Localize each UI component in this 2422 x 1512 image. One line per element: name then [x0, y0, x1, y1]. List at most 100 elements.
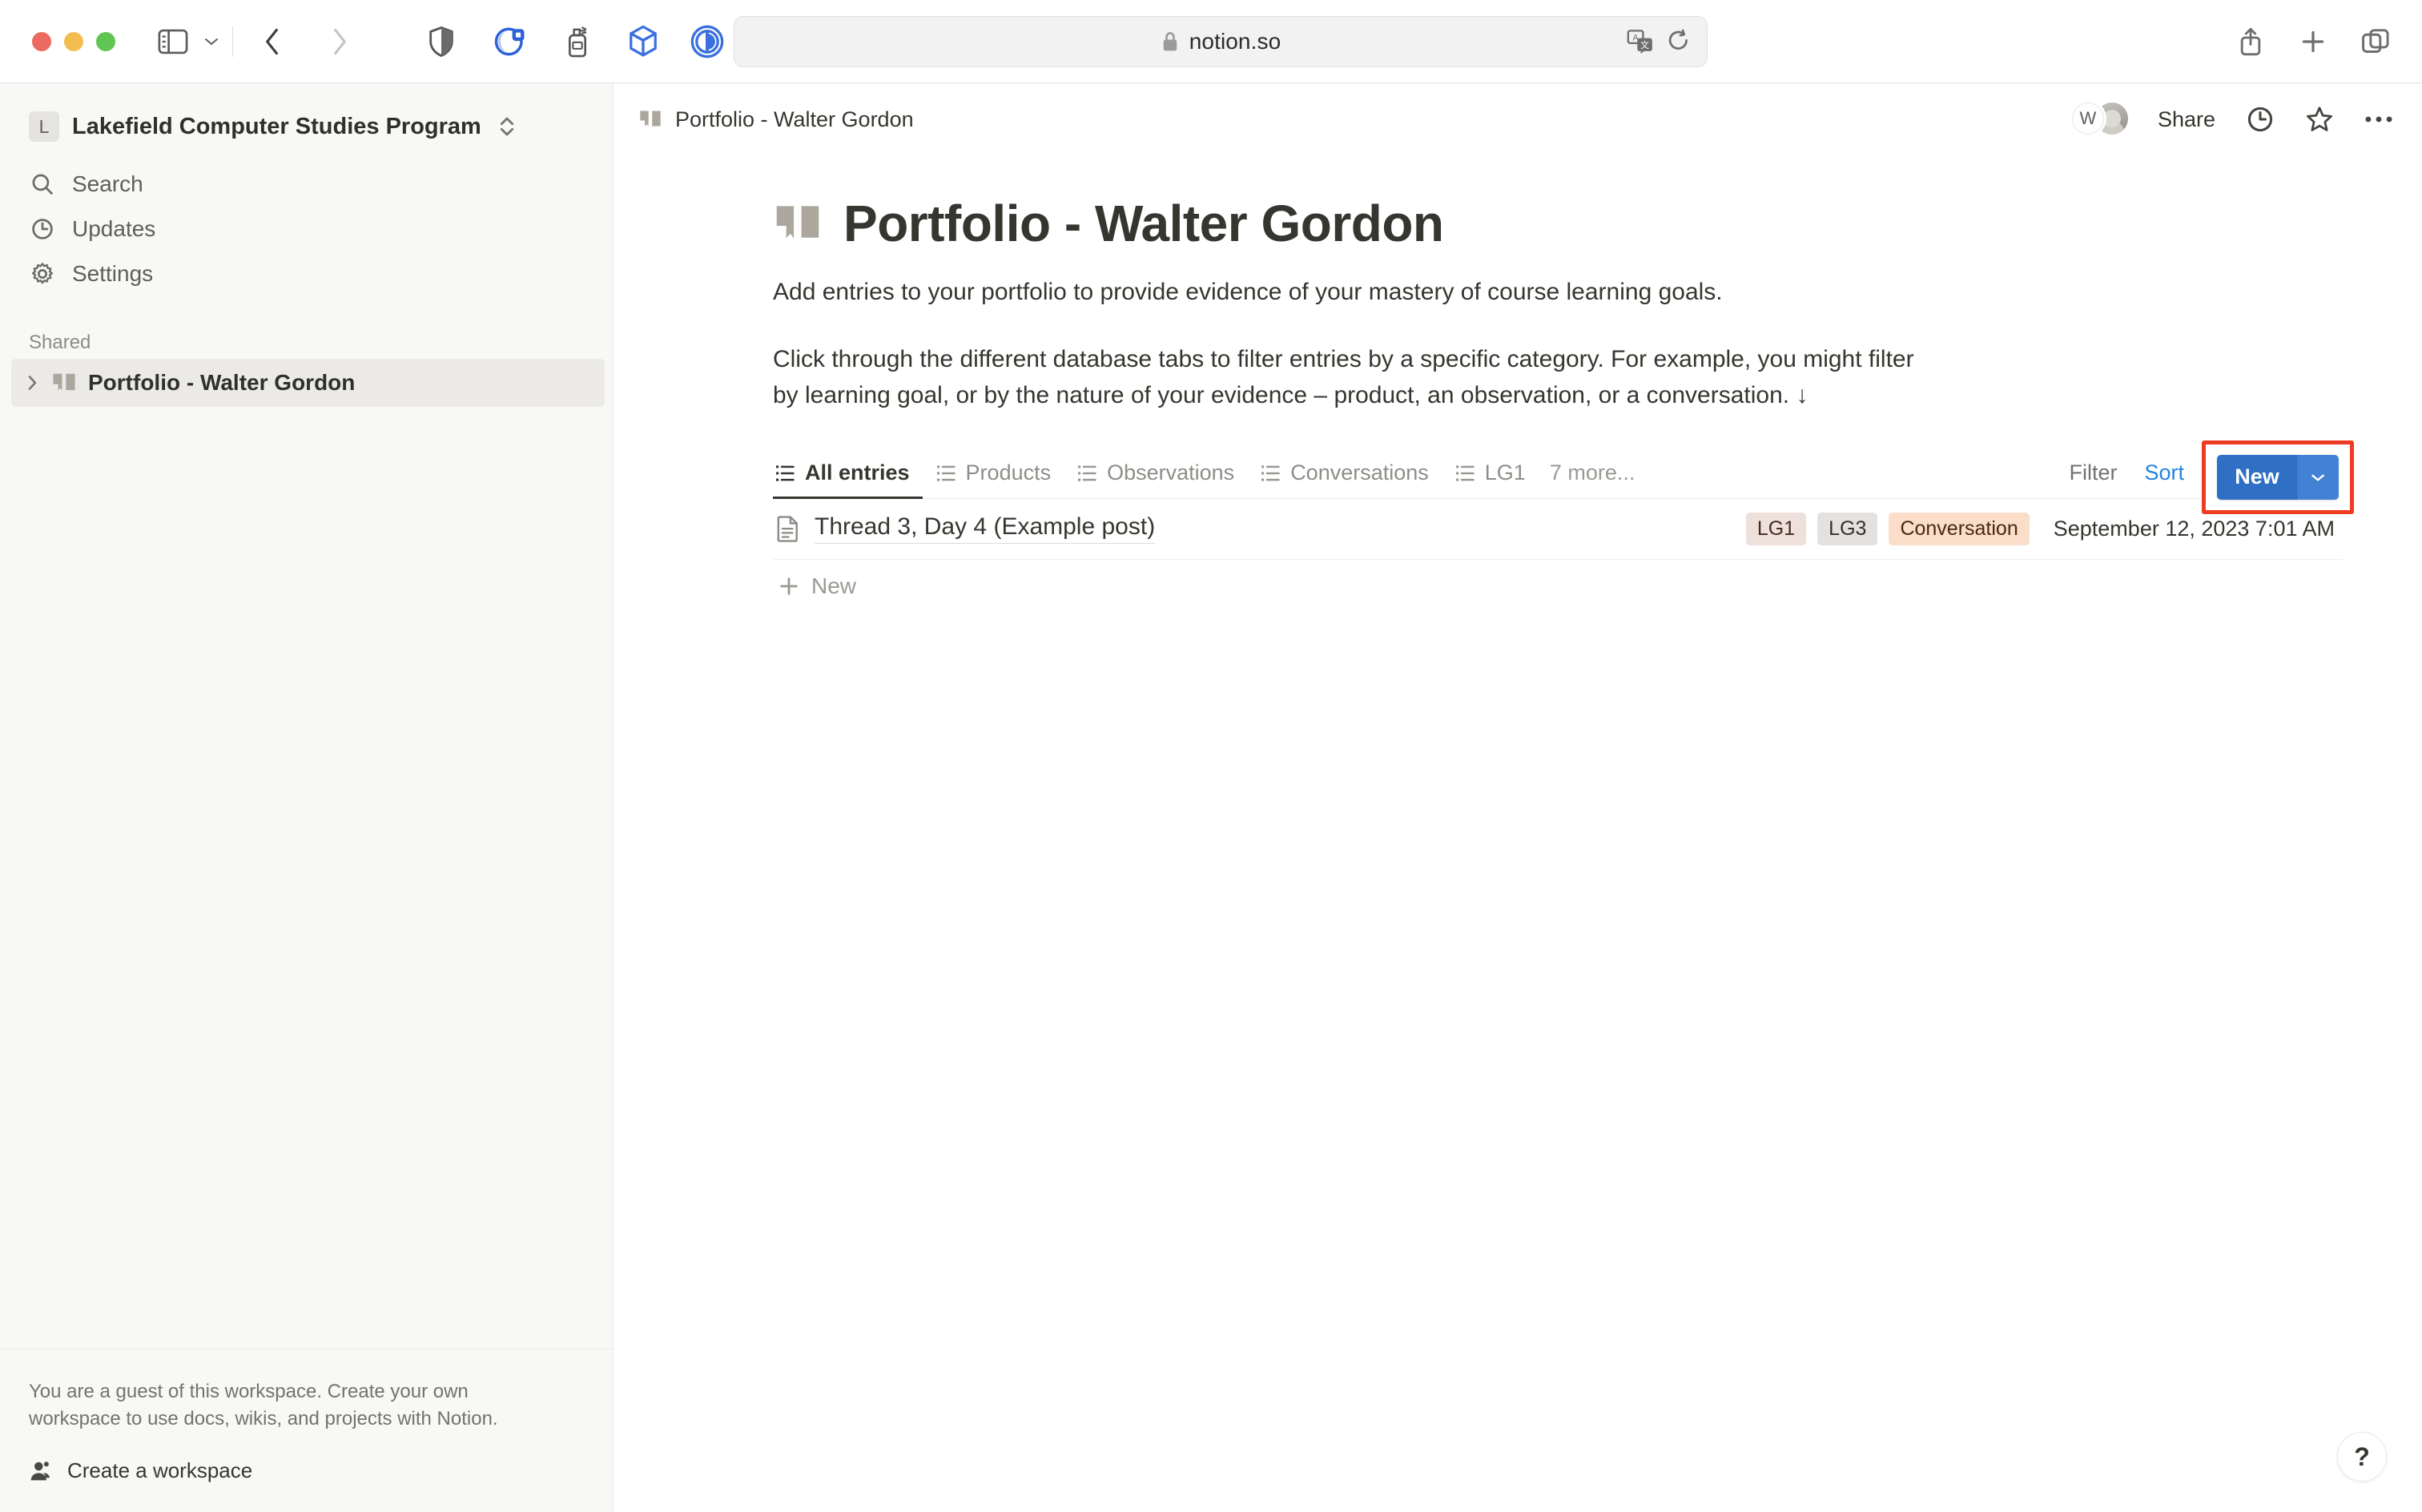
- url-text: notion.so: [1189, 29, 1281, 54]
- breadcrumb-label: Portfolio - Walter Gordon: [675, 107, 914, 132]
- add-new-row-button[interactable]: New: [773, 560, 2343, 613]
- lock-icon: [1161, 30, 1180, 53]
- table-row[interactable]: Thread 3, Day 4 (Example post) LG1 LG3 C…: [773, 499, 2343, 560]
- reload-icon[interactable]: [1667, 29, 1691, 54]
- dark-reader-icon[interactable]: [488, 19, 533, 64]
- guest-workspace-note: You are a guest of this workspace. Creat…: [29, 1378, 557, 1433]
- clock-icon[interactable]: [2241, 100, 2279, 139]
- address-bar[interactable]: notion.so A文: [734, 16, 1708, 67]
- database-tabs: All entries Products Obs: [773, 448, 1648, 498]
- tab-more-views[interactable]: 7 more...: [1539, 448, 1648, 498]
- create-workspace-button[interactable]: Create a workspace: [29, 1458, 581, 1483]
- status-badge: LG1: [1746, 513, 1806, 545]
- sidebar-footer: You are a guest of this workspace. Creat…: [0, 1349, 614, 1512]
- page-title: Portfolio - Walter Gordon: [773, 194, 2279, 253]
- document-inner: Portfolio - Walter Gordon Add entries to…: [773, 194, 2279, 613]
- sidebar-item-label: Updates: [72, 216, 155, 242]
- share-button[interactable]: Share: [2153, 101, 2220, 139]
- share-icon[interactable]: [2228, 19, 2273, 64]
- plus-icon: [778, 575, 800, 597]
- sidebar-item-label: Search: [72, 171, 143, 197]
- list-view-icon: [1454, 463, 1475, 484]
- row-properties: LG1 LG3 Conversation September 12, 2023 …: [1746, 513, 2335, 545]
- back-icon[interactable]: [251, 19, 296, 64]
- translate-icon[interactable]: A文: [1627, 29, 1654, 54]
- main-content: Portfolio - Walter Gordon W Share: [614, 83, 2422, 1512]
- shield-icon[interactable]: [419, 19, 464, 64]
- package-cube-icon[interactable]: [621, 19, 666, 64]
- list-view-icon: [1260, 463, 1281, 484]
- row-main: Thread 3, Day 4 (Example post): [776, 513, 1155, 544]
- tab-conversations[interactable]: Conversations: [1247, 448, 1442, 498]
- tab-group-chevron-icon[interactable]: [195, 19, 227, 64]
- tab-products[interactable]: Products: [923, 448, 1064, 498]
- cleaner-spray-icon[interactable]: [555, 19, 600, 64]
- tab-label: Observations: [1107, 460, 1234, 485]
- maximize-window-button[interactable]: [96, 32, 115, 51]
- close-window-button[interactable]: [32, 32, 51, 51]
- sidebar-section-shared-label: Shared: [29, 332, 613, 354]
- page-topbar: Portfolio - Walter Gordon W Share: [614, 83, 2422, 155]
- minimize-window-button[interactable]: [64, 32, 83, 51]
- create-workspace-label: Create a workspace: [67, 1458, 252, 1483]
- row-date: September 12, 2023 7:01 AM: [2054, 517, 2335, 541]
- chevron-right-icon[interactable]: [24, 373, 40, 392]
- tab-overview-icon[interactable]: [2353, 19, 2398, 64]
- sidebar-item-search[interactable]: Search: [19, 162, 593, 207]
- filter-button[interactable]: Filter: [2059, 456, 2126, 490]
- sidebar-item-settings[interactable]: Settings: [19, 251, 593, 296]
- new-entry-button[interactable]: New: [2217, 455, 2297, 500]
- sort-button[interactable]: Sort: [2134, 456, 2194, 490]
- sidebar-item-updates[interactable]: Updates: [19, 207, 593, 251]
- chevron-down-icon[interactable]: [2297, 455, 2339, 500]
- sidebar-item-label: Settings: [72, 261, 153, 287]
- list-view-icon: [774, 463, 795, 484]
- browser-chrome: notion.so A文: [0, 0, 2422, 83]
- database-block: All entries Products Obs: [773, 449, 2343, 613]
- status-badge: Conversation: [1889, 513, 2029, 545]
- tab-all-entries[interactable]: All entries: [773, 448, 923, 498]
- browser-right-actions: [2228, 19, 2398, 64]
- document-paragraph: Add entries to your portfolio to provide…: [773, 274, 1942, 311]
- breadcrumb[interactable]: Portfolio - Walter Gordon: [638, 107, 914, 132]
- window-traffic-lights: [32, 32, 115, 51]
- topbar-actions: W Share: [2070, 100, 2398, 139]
- search-icon: [29, 171, 56, 198]
- workspace-switcher[interactable]: L Lakefield Computer Studies Program: [19, 103, 532, 151]
- database-toolbar: Filter Sort New: [2059, 448, 2343, 498]
- ellipsis-icon[interactable]: [2360, 100, 2398, 139]
- add-person-icon: [29, 1459, 53, 1483]
- tab-label: LG1: [1485, 460, 1526, 485]
- add-new-row-label: New: [811, 573, 856, 599]
- page-document-icon: [776, 515, 800, 542]
- avatar-stack[interactable]: W: [2070, 100, 2132, 139]
- clock-icon: [29, 215, 56, 243]
- document-paragraph: Click through the different database tab…: [773, 341, 1942, 414]
- address-bar-content: notion.so: [1161, 29, 1281, 54]
- status-badge: LG3: [1817, 513, 1877, 545]
- paragraph-spacer: [773, 311, 2279, 341]
- one-password-icon[interactable]: [685, 19, 730, 64]
- workspace-name: Lakefield Computer Studies Program: [72, 114, 481, 140]
- sidebar-toggle-icon[interactable]: [151, 19, 195, 64]
- open-book-icon: [51, 371, 77, 395]
- forward-icon[interactable]: [316, 19, 361, 64]
- tab-observations[interactable]: Observations: [1064, 448, 1247, 498]
- gear-icon: [29, 260, 56, 288]
- help-button[interactable]: ?: [2337, 1432, 2387, 1482]
- open-book-icon: [773, 200, 823, 247]
- database-tabs-row: All entries Products Obs: [773, 449, 2343, 499]
- open-book-icon: [638, 108, 662, 131]
- sidebar-item-portfolio-walter-gordon[interactable]: Portfolio - Walter Gordon: [11, 359, 605, 407]
- list-view-icon: [935, 463, 956, 484]
- row-title[interactable]: Thread 3, Day 4 (Example post): [815, 513, 1155, 544]
- tab-label: 7 more...: [1550, 460, 1635, 485]
- page-title-text: Portfolio - Walter Gordon: [843, 194, 1444, 253]
- document-body: Portfolio - Walter Gordon Add entries to…: [614, 194, 2422, 613]
- tab-lg1[interactable]: LG1: [1442, 448, 1539, 498]
- new-entry-button-group[interactable]: New: [2217, 455, 2339, 500]
- svg-text:文: 文: [1640, 39, 1649, 50]
- new-tab-icon[interactable]: [2291, 19, 2336, 64]
- address-bar-actions: A文: [1627, 29, 1691, 54]
- star-icon[interactable]: [2300, 100, 2339, 139]
